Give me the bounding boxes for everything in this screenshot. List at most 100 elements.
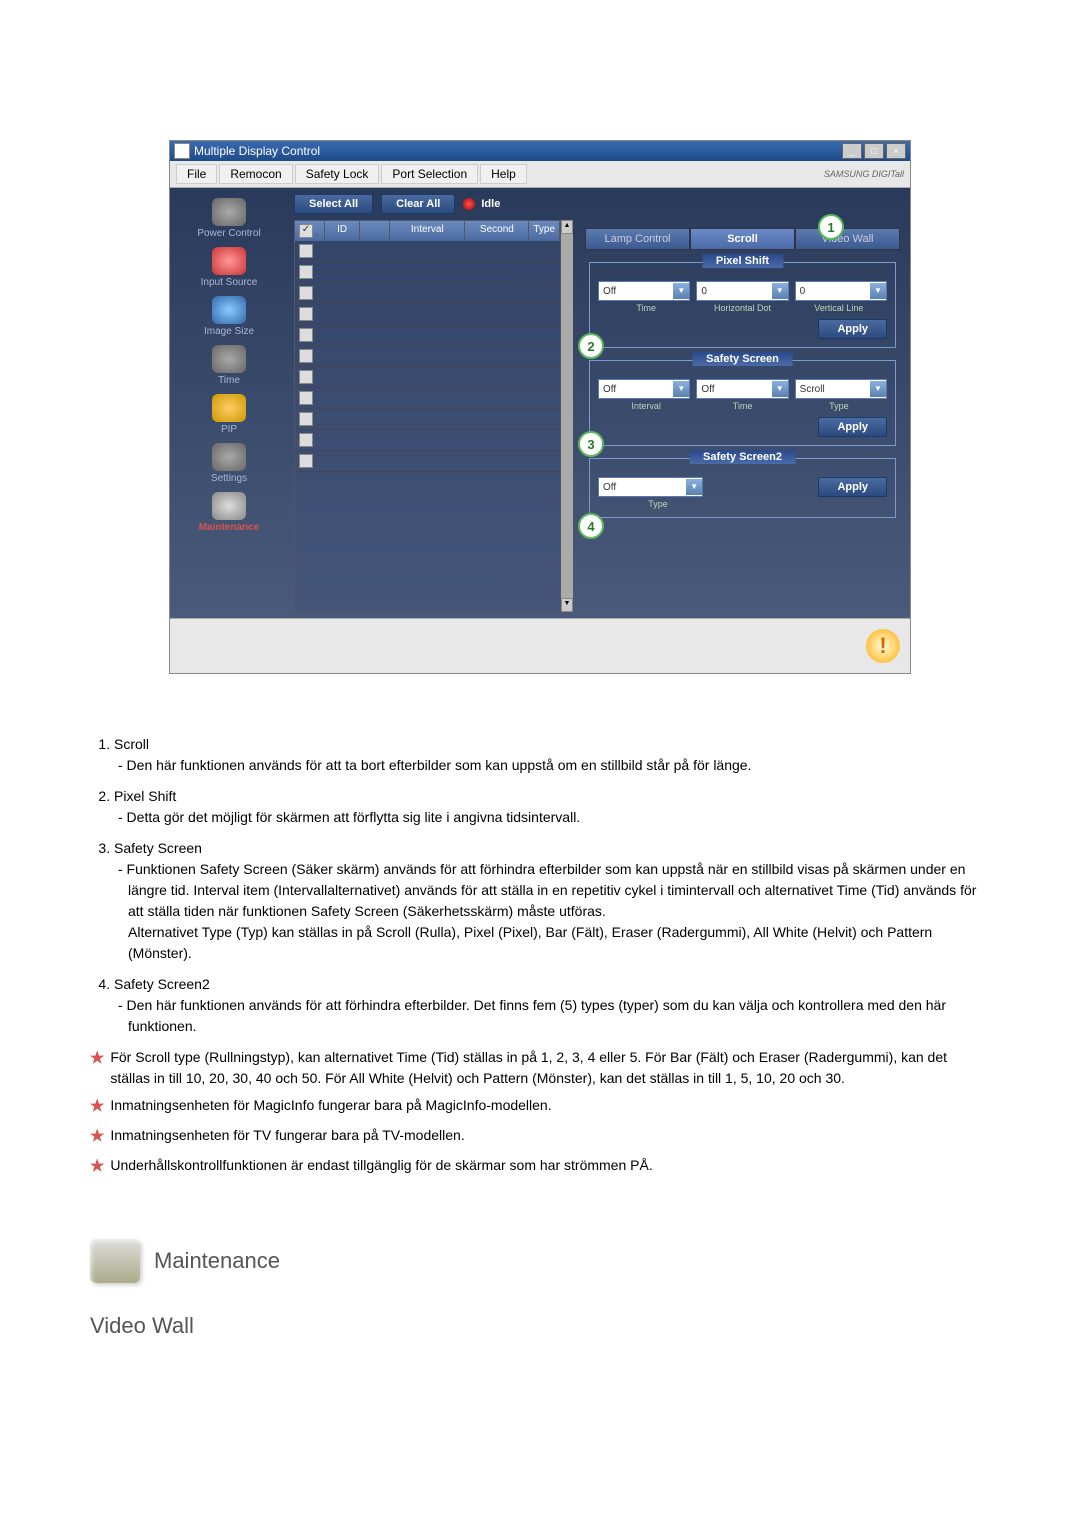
chevron-down-icon: ▼ [673,381,689,397]
brand-label: SAMSUNG DIGITall [824,169,904,179]
right-panel: 1 Lamp Control Scroll Video Wall Pixel S… [581,220,904,612]
callout-marker-4: 4 [578,513,604,539]
fieldset-safety-screen2: Safety Screen2 Off▼ Apply Type 4 [589,458,896,518]
scroll-down-icon[interactable]: ▼ [561,598,573,612]
menubar: File Remocon Safety Lock Port Selection … [170,161,910,188]
menu-remocon[interactable]: Remocon [219,164,292,184]
pixel-shift-apply-button[interactable]: Apply [818,319,887,339]
sidebar-item-pip[interactable]: PIP [210,392,248,437]
box-icon [90,1239,140,1283]
maximize-button[interactable]: □ [864,143,884,159]
row-checkbox[interactable] [299,391,313,405]
safety-type-select[interactable]: Scroll▼ [795,379,887,399]
subsection-video-wall: Video Wall [90,1313,990,1339]
menu-port-selection[interactable]: Port Selection [381,164,478,184]
minimize-button[interactable]: _ [842,143,862,159]
sidebar-item-input[interactable]: Input Source [199,245,260,290]
row-checkbox[interactable] [299,412,313,426]
table-row[interactable] [295,241,560,262]
chevron-down-icon: ▼ [673,283,689,299]
note-safety-screen: Safety Screen - Funktionen Safety Screen… [114,838,990,964]
col-interval: Interval [390,221,465,241]
tab-video-wall[interactable]: Video Wall [795,228,900,250]
pixel-shift-vline-select[interactable]: 0▼ [795,281,887,301]
note-pixel-shift: Pixel Shift - Detta gör det möjligt för … [114,786,990,828]
safety2-apply-button[interactable]: Apply [818,477,887,497]
legend-safety-screen: Safety Screen [692,352,793,366]
col-id: ID [325,221,361,241]
table-row[interactable] [295,283,560,304]
row-checkbox[interactable] [299,349,313,363]
star-note-2: ★Inmatningsenheten för MagicInfo fungera… [90,1095,990,1119]
info-icon[interactable]: ! [866,629,900,663]
safety2-type-select[interactable]: Off▼ [598,477,703,497]
row-checkbox[interactable] [299,370,313,384]
power-icon [212,198,246,226]
scroll-up-icon[interactable]: ▲ [561,220,573,234]
pixel-shift-hdot-select[interactable]: 0▼ [696,281,788,301]
legend-pixel-shift: Pixel Shift [702,254,783,268]
legend-safety-screen2: Safety Screen2 [689,450,796,464]
chevron-down-icon: ▼ [772,381,788,397]
table-row[interactable] [295,304,560,325]
chevron-down-icon: ▼ [870,283,886,299]
table-row[interactable] [295,346,560,367]
titlebar: Multiple Display Control _ □ × [170,141,910,161]
close-button[interactable]: × [886,143,906,159]
table-row[interactable] [295,451,560,472]
star-note-3: ★Inmatningsenheten för TV fungerar bara … [90,1125,990,1149]
chevron-down-icon: ▼ [686,479,702,495]
star-icon: ★ [90,1125,104,1149]
pip-icon [212,394,246,422]
clear-all-button[interactable]: Clear All [381,194,455,214]
settings-icon [212,443,246,471]
chevron-down-icon: ▼ [870,381,886,397]
star-note-4: ★Underhållskontrollfunktionen är endast … [90,1155,990,1179]
row-checkbox[interactable] [299,454,313,468]
table-row[interactable] [295,388,560,409]
notes-section: Scroll - Den här funktionen används för … [90,734,990,1179]
menu-file[interactable]: File [176,164,217,184]
sidebar-item-power[interactable]: Power Control [195,196,262,241]
label-type: Type [598,499,718,509]
row-checkbox[interactable] [299,433,313,447]
safety-apply-button[interactable]: Apply [818,417,887,437]
tab-scroll[interactable]: Scroll [690,228,795,250]
menu-help[interactable]: Help [480,164,527,184]
table-row[interactable] [295,409,560,430]
star-icon: ★ [90,1155,104,1179]
callout-marker-1: 1 [818,214,844,240]
sidebar-item-maintenance[interactable]: Maintenance [197,490,262,535]
callout-marker-2: 2 [578,333,604,359]
section-title: Maintenance [154,1248,280,1274]
table-row[interactable] [295,430,560,451]
row-checkbox[interactable] [299,328,313,342]
row-checkbox[interactable] [299,286,313,300]
menu-safety-lock[interactable]: Safety Lock [295,164,380,184]
table-row[interactable] [295,325,560,346]
app-icon [174,143,190,159]
table-row[interactable] [295,262,560,283]
label-vline: Vertical Line [791,303,887,313]
safety-time-select[interactable]: Off▼ [696,379,788,399]
callout-marker-3: 3 [578,431,604,457]
sidebar-item-settings[interactable]: Settings [209,441,249,486]
table-row[interactable] [295,367,560,388]
pixel-shift-time-select[interactable]: Off▼ [598,281,690,301]
star-icon: ★ [90,1047,104,1089]
fieldset-safety-screen: Safety Screen Off▼ Off▼ Scroll▼ Interval… [589,360,896,446]
idle-dot-icon [463,198,475,210]
col-check[interactable] [295,221,325,241]
window-title: Multiple Display Control [194,144,320,158]
row-checkbox[interactable] [299,265,313,279]
table-scrollbar[interactable]: ▲ ▼ [561,220,573,612]
sidebar-item-image[interactable]: Image Size [202,294,256,339]
select-all-button[interactable]: Select All [294,194,373,214]
label-type: Type [791,401,887,411]
tab-lamp-control[interactable]: Lamp Control [585,228,690,250]
safety-interval-select[interactable]: Off▼ [598,379,690,399]
sidebar-item-time[interactable]: Time [210,343,248,388]
label-hdot: Horizontal Dot [694,303,790,313]
row-checkbox[interactable] [299,307,313,321]
row-checkbox[interactable] [299,244,313,258]
